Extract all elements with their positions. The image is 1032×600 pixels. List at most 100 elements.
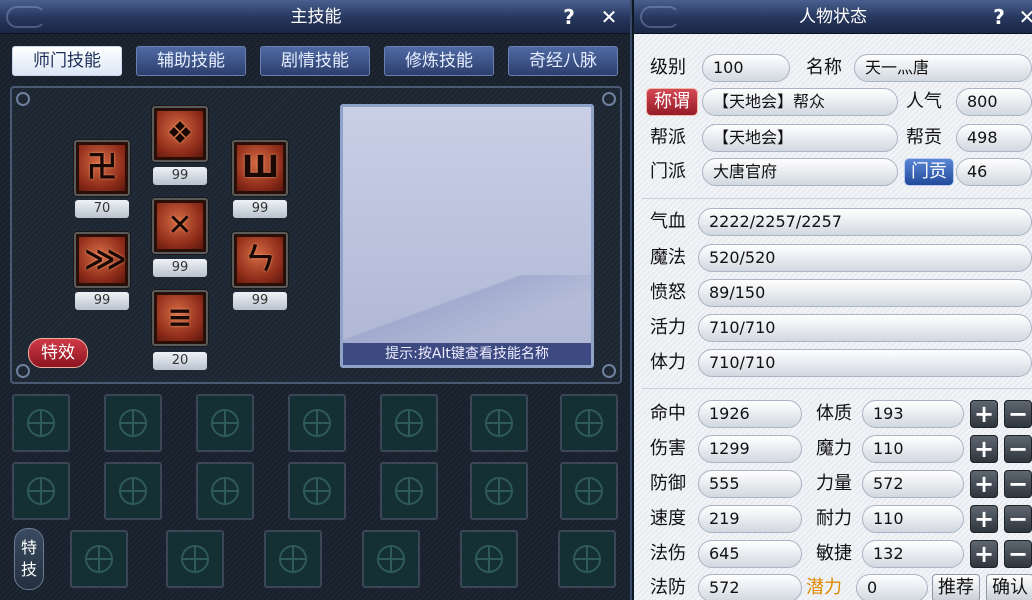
- skill-slot[interactable]: [470, 394, 528, 452]
- gang-value: 【天地会】: [702, 124, 898, 152]
- mp-label: 魔法: [650, 247, 686, 268]
- popularity-label: 人气: [906, 91, 942, 112]
- skills-window-title: 主技能: [290, 7, 342, 27]
- swirl-icon: [16, 92, 30, 106]
- knot-icon: [475, 545, 503, 573]
- tab-cultivation-skills[interactable]: 修炼技能: [384, 46, 494, 76]
- plus-button[interactable]: +: [970, 540, 998, 568]
- help-button[interactable]: ?: [556, 0, 582, 34]
- skill-slot[interactable]: [288, 462, 346, 520]
- divider: [642, 388, 1032, 389]
- tab-school-skills[interactable]: 师门技能: [12, 46, 122, 76]
- attribute-value: 132: [862, 540, 964, 568]
- attribute-value: 193: [862, 400, 964, 428]
- knot-icon: [211, 477, 239, 505]
- skill-slot[interactable]: [460, 530, 518, 588]
- sect-contrib-button[interactable]: 门贡: [904, 158, 954, 186]
- knot-icon: [575, 477, 603, 505]
- skill-icon-3[interactable]: ❖: [152, 106, 208, 162]
- stamina-label: 体力: [650, 352, 686, 373]
- stat-value: 645: [698, 540, 802, 568]
- skill-tabs: 师门技能 辅助技能 剧情技能 修炼技能 奇经八脉: [12, 46, 622, 76]
- skill-level-7: 99: [233, 292, 287, 310]
- close-button[interactable]: ✕: [1014, 0, 1032, 34]
- vitality-value: 710/710: [698, 314, 1032, 342]
- gang-contrib-value: 498: [956, 124, 1032, 152]
- sect-value: 大唐官府: [702, 158, 898, 186]
- skill-slot[interactable]: [288, 394, 346, 452]
- skill-icon-1[interactable]: 卍: [74, 140, 130, 196]
- skill-slot[interactable]: [380, 462, 438, 520]
- skill-slot[interactable]: [380, 394, 438, 452]
- hp-label: 气血: [650, 211, 686, 232]
- skill-slot[interactable]: [264, 530, 322, 588]
- skill-slot[interactable]: [104, 394, 162, 452]
- close-button[interactable]: ✕: [596, 0, 622, 34]
- help-button[interactable]: ?: [986, 0, 1012, 34]
- skill-slot[interactable]: [104, 462, 162, 520]
- character-status-window: 人物状态 ? ✕ 级别 100 名称 天一灬唐 称谓 【天地会】帮众 人气 80…: [634, 0, 1032, 600]
- skill-slot[interactable]: [12, 394, 70, 452]
- status-window-title: 人物状态: [799, 7, 867, 27]
- special-skill-label: 特技: [20, 538, 37, 579]
- skill-slot[interactable]: [558, 530, 616, 588]
- stat-label: 伤害: [650, 438, 686, 459]
- skill-slot[interactable]: [70, 530, 128, 588]
- plus-button[interactable]: +: [970, 505, 998, 533]
- status-title-bar[interactable]: 人物状态 ? ✕: [634, 0, 1032, 34]
- skill-slot[interactable]: [560, 462, 618, 520]
- attribute-label: 魔力: [816, 438, 852, 459]
- confirm-button[interactable]: 确认: [986, 574, 1032, 600]
- tab-meridians[interactable]: 奇经八脉: [508, 46, 618, 76]
- knot-icon: [211, 409, 239, 437]
- stat-label: 速度: [650, 508, 686, 529]
- plus-button[interactable]: +: [970, 470, 998, 498]
- knot-icon: [85, 545, 113, 573]
- skill-slot[interactable]: [362, 530, 420, 588]
- skill-icon-2[interactable]: ⋙: [74, 232, 130, 288]
- plus-button[interactable]: +: [970, 400, 998, 428]
- title-button[interactable]: 称谓: [646, 88, 698, 116]
- plus-button[interactable]: +: [970, 435, 998, 463]
- minus-button[interactable]: −: [1004, 470, 1032, 498]
- skill-icon-4[interactable]: ✕: [152, 198, 208, 254]
- stat-label: 法防: [650, 577, 686, 598]
- tab-story-skills[interactable]: 剧情技能: [260, 46, 370, 76]
- swirl-icon: [16, 364, 30, 378]
- skill-slot[interactable]: [196, 394, 254, 452]
- swirl-icon: [602, 364, 616, 378]
- attribute-label: 力量: [816, 473, 852, 494]
- attribute-value: 110: [862, 505, 964, 533]
- special-effect-button[interactable]: 特效: [28, 338, 88, 368]
- skill-slot[interactable]: [12, 462, 70, 520]
- rage-value: 89/150: [698, 279, 1032, 307]
- skill-icon-5[interactable]: ≡: [152, 290, 208, 346]
- tab-support-skills[interactable]: 辅助技能: [136, 46, 246, 76]
- skill-slot[interactable]: [196, 462, 254, 520]
- knot-icon: [485, 409, 513, 437]
- knot-icon: [181, 545, 209, 573]
- skill-glyph-icon: ✕: [167, 208, 193, 243]
- skill-icon-7[interactable]: ㄣ: [232, 232, 288, 288]
- minus-button[interactable]: −: [1004, 435, 1032, 463]
- knot-icon: [303, 477, 331, 505]
- skill-icon-6[interactable]: Ш: [232, 140, 288, 196]
- special-skill-button[interactable]: 特技: [14, 528, 44, 590]
- recommend-button[interactable]: 推荐: [932, 574, 980, 600]
- attribute-label: 敏捷: [816, 543, 852, 564]
- minus-button[interactable]: −: [1004, 505, 1032, 533]
- skill-slot[interactable]: [560, 394, 618, 452]
- skill-level-3: 99: [153, 167, 207, 185]
- skills-title-bar[interactable]: 主技能 ? ✕: [0, 0, 630, 34]
- knot-icon: [395, 409, 423, 437]
- attribute-value: 110: [862, 435, 964, 463]
- skill-slot[interactable]: [166, 530, 224, 588]
- vitality-label: 活力: [650, 317, 686, 338]
- minus-button[interactable]: −: [1004, 540, 1032, 568]
- hp-value: 2222/2257/2257: [698, 208, 1032, 236]
- minus-button[interactable]: −: [1004, 400, 1032, 428]
- skill-slot[interactable]: [470, 462, 528, 520]
- knot-icon: [573, 545, 601, 573]
- gang-contrib-label: 帮贡: [906, 127, 942, 148]
- knot-icon: [119, 477, 147, 505]
